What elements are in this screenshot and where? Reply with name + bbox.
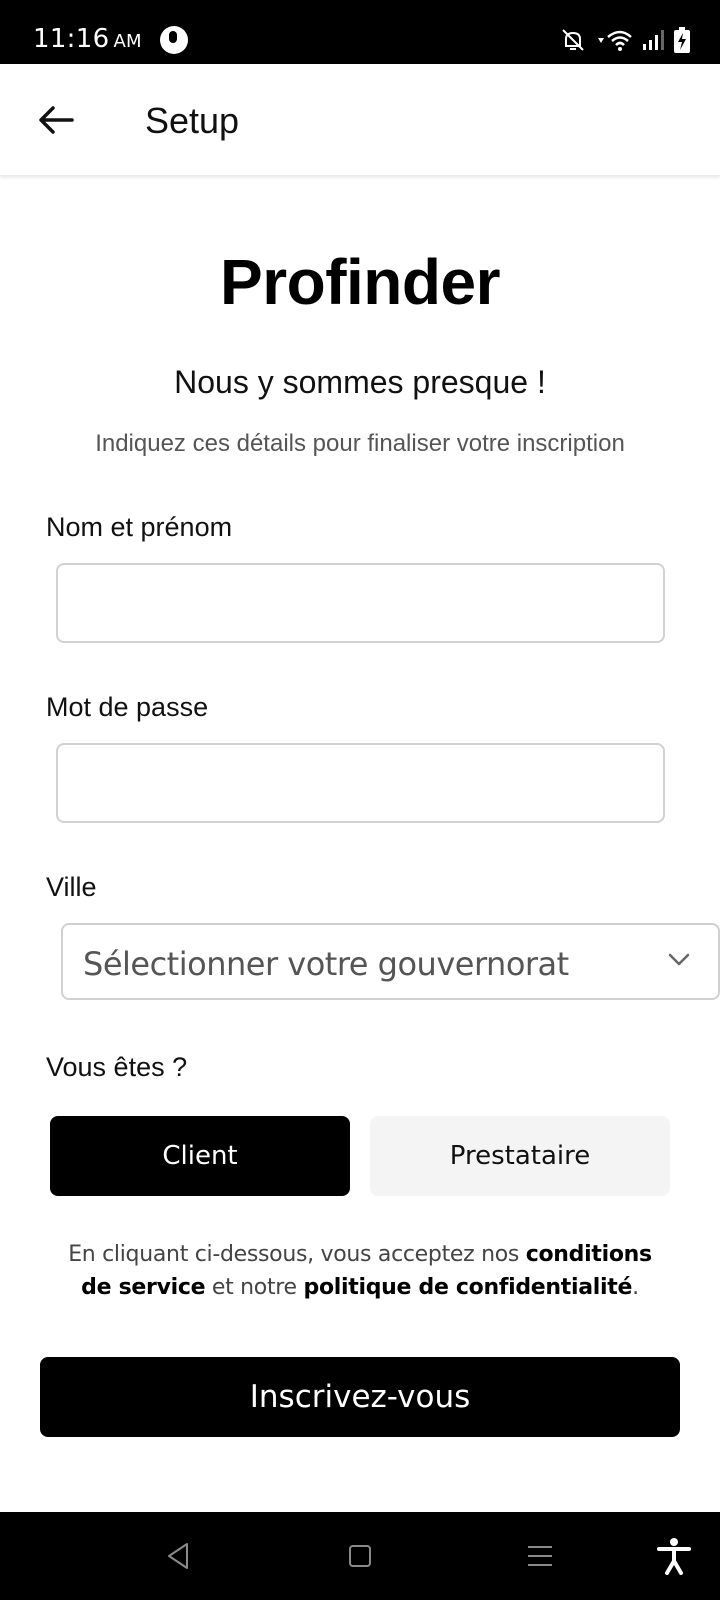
password-input[interactable] [56,743,665,823]
privacy-policy-link[interactable]: politique de confidentialité [304,1275,633,1300]
role-client-button[interactable]: Client [50,1116,350,1196]
menu-lines-icon [528,1546,552,1566]
role-prestataire-button[interactable]: Prestataire [370,1116,670,1196]
chevron-down-icon [668,953,690,966]
page-title: Setup [145,100,240,141]
system-nav-bar [0,1512,720,1600]
status-time-ampm: AM [113,31,142,52]
terms-prefix: En cliquant ci-dessous, vous acceptez no… [68,1242,526,1267]
terms-middle: et notre [205,1275,304,1300]
app-notification-icon [160,26,188,54]
terms-suffix: . [632,1275,639,1300]
city-select[interactable]: Sélectionner votre gouvernorat [61,923,720,1000]
city-label: Ville [46,872,97,902]
nav-home-button[interactable] [340,1536,380,1576]
nav-back-button[interactable] [158,1536,198,1576]
app-bar: Setup [0,64,720,176]
bell-off-icon [562,29,584,51]
role-label: Vous êtes ? [46,1052,188,1082]
city-select-value: Sélectionner votre gouvernorat [83,945,569,983]
back-button[interactable] [30,94,82,146]
battery-charging-icon [674,27,690,53]
signal-icon [643,30,664,50]
accessibility-icon [657,1538,691,1575]
status-time: 11:16 AM [33,24,142,54]
nav-menu-button[interactable] [520,1536,560,1576]
intro-description: Indiquez ces détails pour finaliser votr… [95,430,625,457]
name-label: Nom et prénom [46,512,233,542]
password-label: Mot de passe [46,692,209,722]
terms-text: En cliquant ci-dessous, vous acceptez no… [50,1238,670,1304]
intro-subtitle: Nous y sommes presque ! [174,364,546,400]
status-icons [560,26,690,54]
status-bar: 11:16 AM [0,0,720,64]
nav-accessibility-button[interactable] [654,1536,694,1576]
arrow-left-icon [39,106,74,134]
back-triangle-icon [168,1543,188,1569]
wifi-icon [598,30,632,51]
brand-logo-text: Profinder [220,246,500,318]
home-square-icon [349,1545,371,1567]
signup-button[interactable]: Inscrivez-vous [40,1357,680,1437]
name-input[interactable] [56,563,665,643]
status-time-value: 11:16 [33,24,110,54]
